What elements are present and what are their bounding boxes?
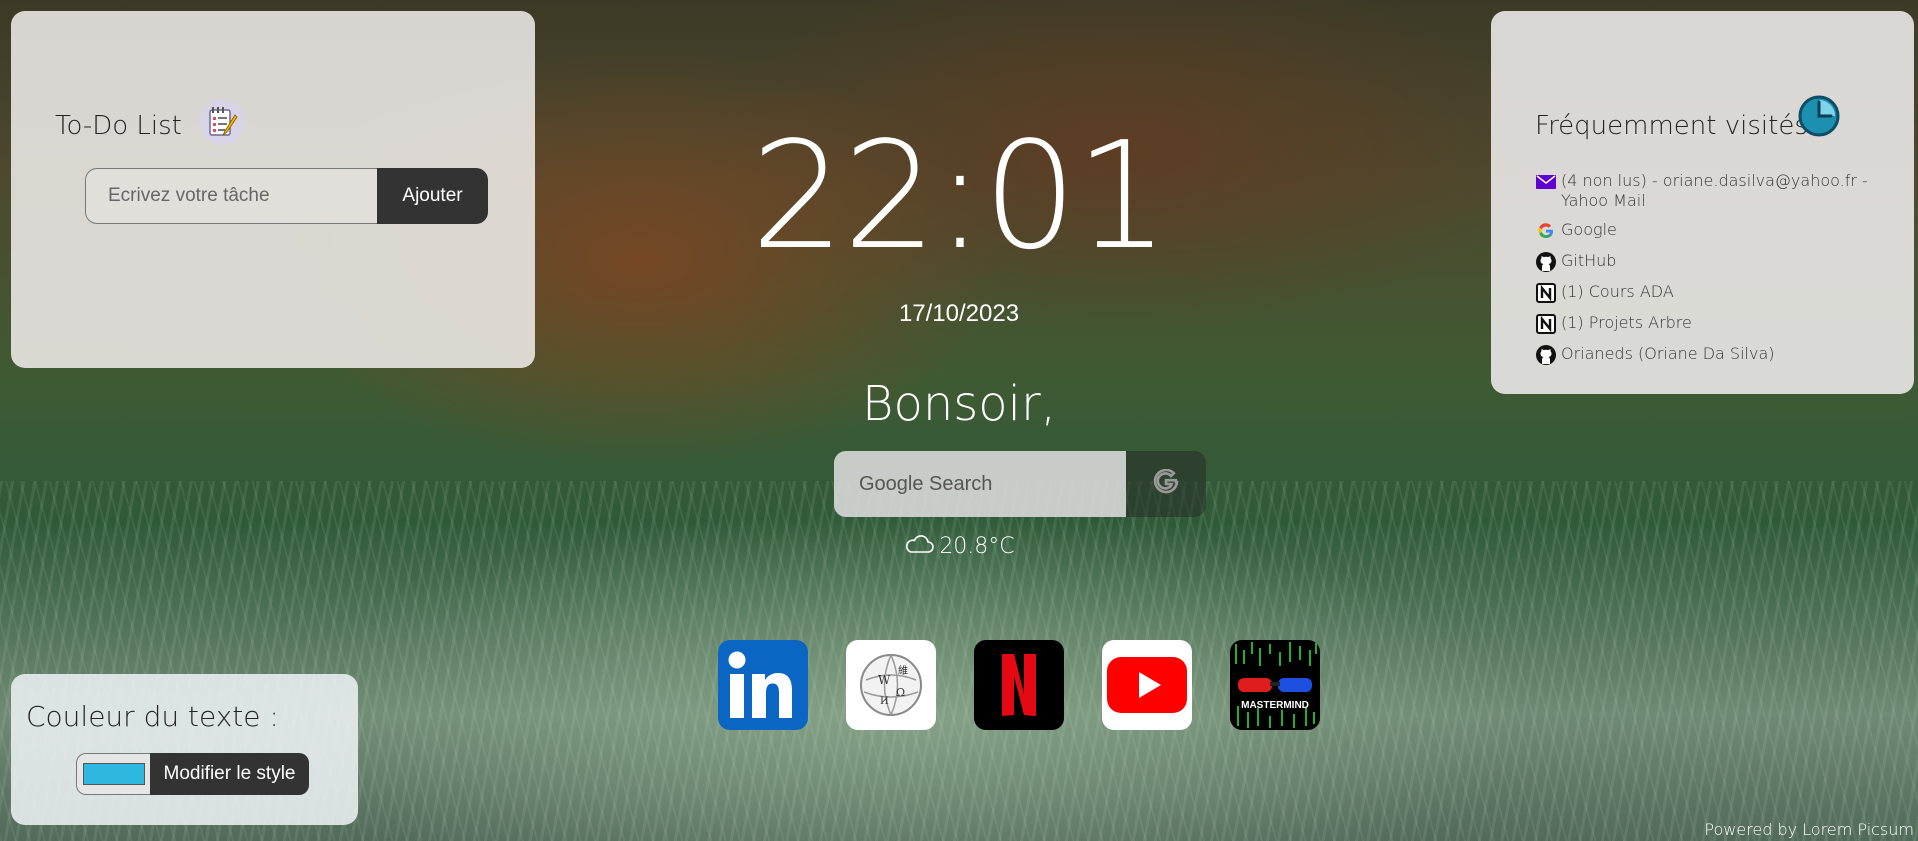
text-color-title: Couleur du texte : [26,700,279,733]
clock-date: 17/10/2023 [898,300,1020,327]
youtube-icon [1107,657,1187,713]
mastermind-label: MASTERMIND [1241,700,1309,711]
svg-text:維: 維 [898,664,908,677]
mastermind-icon: MASTERMIND [1235,642,1317,728]
link-label: (1) Cours ADA [1561,282,1674,301]
svg-text:И: И [880,696,889,707]
netflix-icon [1002,654,1036,716]
clock-time: 22:01 [750,110,1170,282]
svg-text:W: W [878,673,891,687]
greeting: Bonsoir, [862,376,1056,432]
netflix-shortcut[interactable] [974,640,1064,730]
text-color-panel: Couleur du texte : Modifier le style [11,674,358,825]
mastermind-shortcut[interactable]: MASTERMIND [1230,640,1320,730]
youtube-shortcut[interactable] [1102,640,1192,730]
modify-style-button[interactable]: Modifier le style [150,753,309,795]
linkedin-shortcut[interactable] [718,640,808,730]
svg-text:Ω: Ω [896,686,905,699]
linkedin-icon [728,651,792,718]
search-input[interactable] [834,451,1126,517]
text-color-form: Modifier le style [76,753,309,795]
app-shortcuts: W Ω И 維 MASTERMIND [718,640,1320,730]
github-icon [1535,344,1557,366]
cloud-icon [903,532,935,560]
weather-temp: 20.8°C [939,533,1015,559]
color-swatch [82,763,145,785]
wikipedia-icon: W Ω И 維 [860,654,922,716]
google-search-form [834,451,1206,517]
wikipedia-shortcut[interactable]: W Ω И 維 [846,640,936,730]
google-g-icon [1153,468,1179,500]
frequent-link-orianeds[interactable]: Orianeds (Oriane Da Silva) [1535,344,1885,366]
search-button[interactable] [1126,451,1206,517]
powered-by: Powered by Lorem Picsum [1704,820,1914,839]
color-picker[interactable] [76,753,150,795]
weather-widget: 20.8°C [0,532,1918,560]
link-label: Orianeds (Oriane Da Silva) [1561,344,1775,363]
